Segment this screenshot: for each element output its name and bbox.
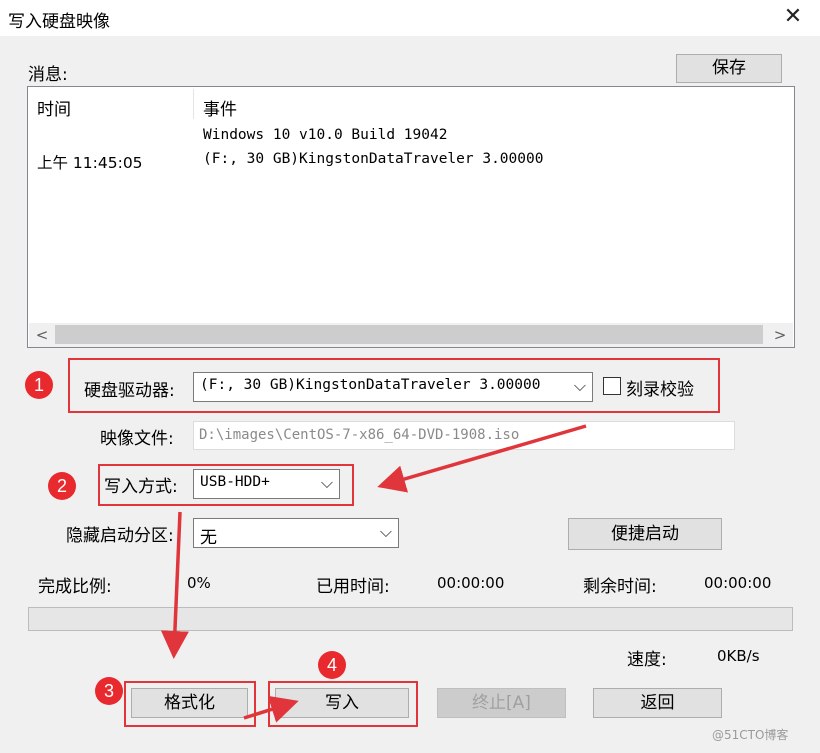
watermark: @51CTO博客 <box>712 728 789 742</box>
annotation-arrows <box>160 424 587 723</box>
arrow-format-to-write <box>243 695 299 723</box>
arrow-to-format <box>160 511 189 659</box>
arrow-image-to-mode <box>377 424 587 493</box>
